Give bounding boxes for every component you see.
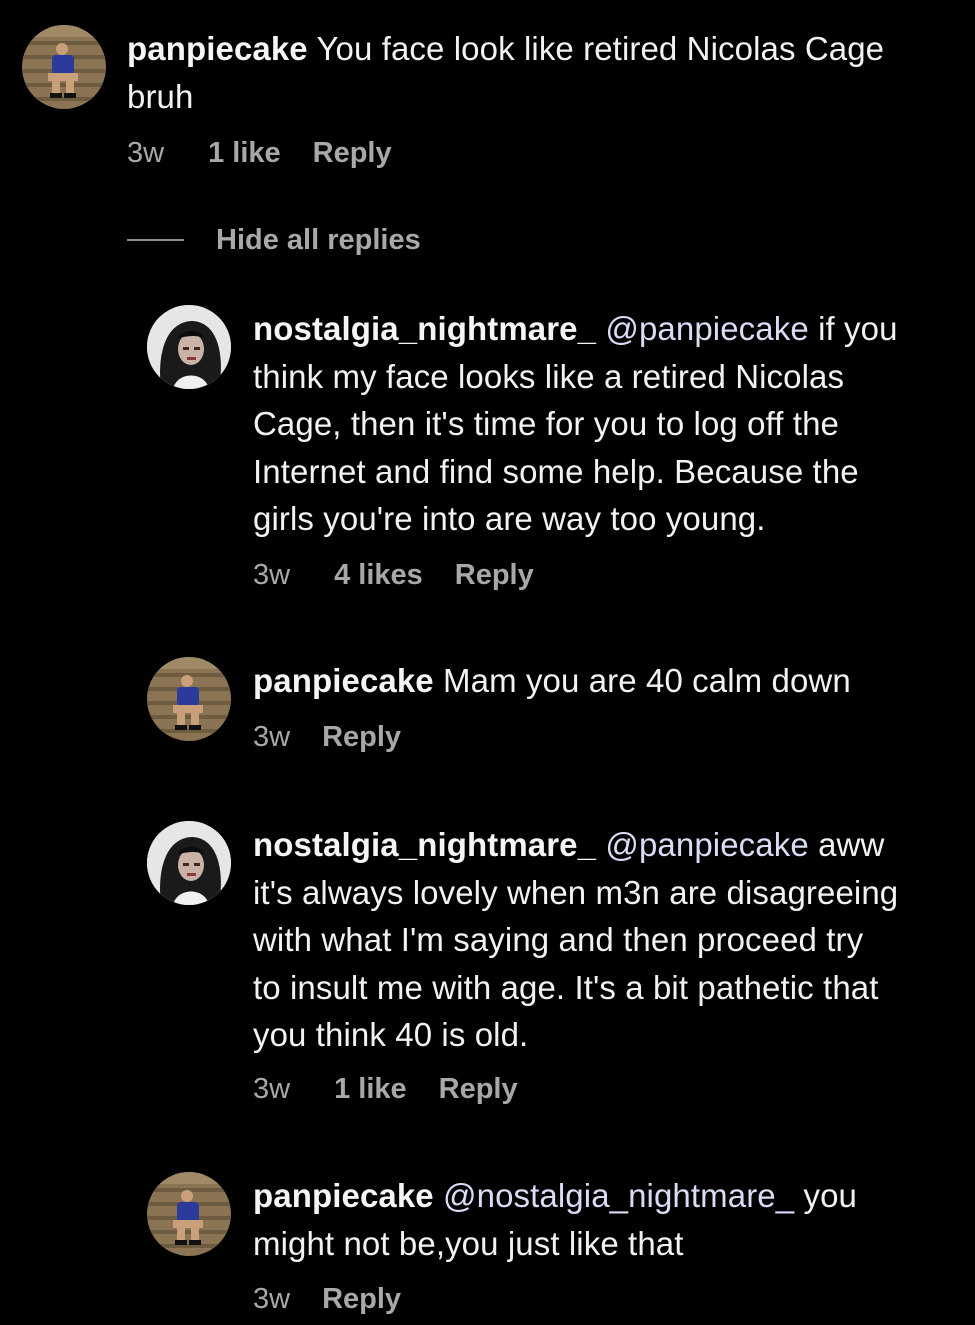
mention-link[interactable]: @panpiecake <box>605 826 808 863</box>
comment-text: panpiecake @nostalgia_nightmare_ you mig… <box>253 1172 968 1267</box>
comment-time: 3w <box>253 1072 291 1105</box>
avatar-nostalgia[interactable] <box>147 305 231 389</box>
comment-username[interactable]: nostalgia_nightmare_ <box>253 310 596 347</box>
comment-time: 3w <box>253 558 291 591</box>
reply-button[interactable]: Reply <box>313 137 392 170</box>
comment-meta: 3w 1 like Reply <box>127 133 392 173</box>
user-photo-icon <box>147 305 231 389</box>
comment-text-line: Cage, then it's time for you to log off … <box>253 405 839 442</box>
comment-username[interactable]: nostalgia_nightmare_ <box>253 826 596 863</box>
reply-button[interactable]: Reply <box>322 1283 401 1316</box>
comment-text-line: you think 40 is old. <box>253 1016 529 1053</box>
avatar-panpiecake[interactable] <box>147 657 231 741</box>
comment-meta: 3w Reply <box>253 717 401 757</box>
comment-text-line: Internet and find some help. Because the <box>253 452 859 490</box>
comment-username[interactable]: panpiecake <box>253 662 434 699</box>
comment-username[interactable]: panpiecake <box>253 1177 434 1214</box>
comment-text-line: girls you're into are way too young. <box>253 500 766 537</box>
reply-button[interactable]: Reply <box>455 559 534 592</box>
hide-all-replies-button[interactable]: Hide all replies <box>216 224 421 257</box>
replies-divider <box>127 239 184 241</box>
comment-time: 3w <box>253 1282 291 1315</box>
user-photo-icon <box>147 821 231 905</box>
comment-text: panpiecake You face look like retired Ni… <box>127 25 967 120</box>
reply-button[interactable]: Reply <box>439 1073 518 1106</box>
comment-text-line: with what I'm saying and then proceed tr… <box>253 921 864 958</box>
comment-text-line2: bruh <box>127 77 194 115</box>
comment-username[interactable]: panpiecake <box>127 30 308 67</box>
comment-text-line: might not be,you just like that <box>253 1224 684 1262</box>
avatar-panpiecake[interactable] <box>22 25 106 109</box>
reply-button[interactable]: Reply <box>322 721 401 754</box>
comment-time: 3w <box>127 136 165 169</box>
mention-link[interactable]: @panpiecake <box>605 310 808 347</box>
comment-text-line: aww <box>818 826 885 863</box>
comment-likes-link[interactable]: 1 like <box>334 1073 407 1106</box>
comment-likes-link[interactable]: 1 like <box>208 137 281 170</box>
comment-text: nostalgia_nightmare_ @panpiecake if you … <box>253 305 968 543</box>
comment-text-line: to insult me with age. It's a bit pathet… <box>253 968 879 1006</box>
comment-meta: 3w Reply <box>253 1279 401 1319</box>
comment-text: nostalgia_nightmare_ @panpiecake aww it'… <box>253 821 973 1059</box>
user-photo-icon <box>147 657 231 741</box>
user-photo-icon <box>147 1172 231 1256</box>
mention-link[interactable]: @nostalgia_nightmare_ <box>443 1177 794 1214</box>
user-photo-icon <box>22 25 106 109</box>
comment-text-line: Mam you are 40 calm down <box>443 662 851 699</box>
comment-text-line: it's always lovely when m3n are disagree… <box>253 873 899 911</box>
comment-text: panpiecake Mam you are 40 calm down <box>253 657 968 705</box>
comment-likes-link[interactable]: 4 likes <box>334 559 423 592</box>
avatar-nostalgia[interactable] <box>147 821 231 905</box>
avatar-panpiecake[interactable] <box>147 1172 231 1256</box>
comment-text-line: you <box>803 1177 857 1214</box>
comment-text-line: think my face looks like a retired Nicol… <box>253 357 845 395</box>
comment-time: 3w <box>253 720 291 753</box>
comment-text-line: if you <box>818 310 898 347</box>
comment-meta: 3w 1 like Reply <box>253 1069 518 1109</box>
comment-text-line1: You face look like retired Nicolas Cage <box>316 30 885 67</box>
comment-meta: 3w 4 likes Reply <box>253 555 534 595</box>
hide-replies-row[interactable]: Hide all replies <box>127 222 421 258</box>
